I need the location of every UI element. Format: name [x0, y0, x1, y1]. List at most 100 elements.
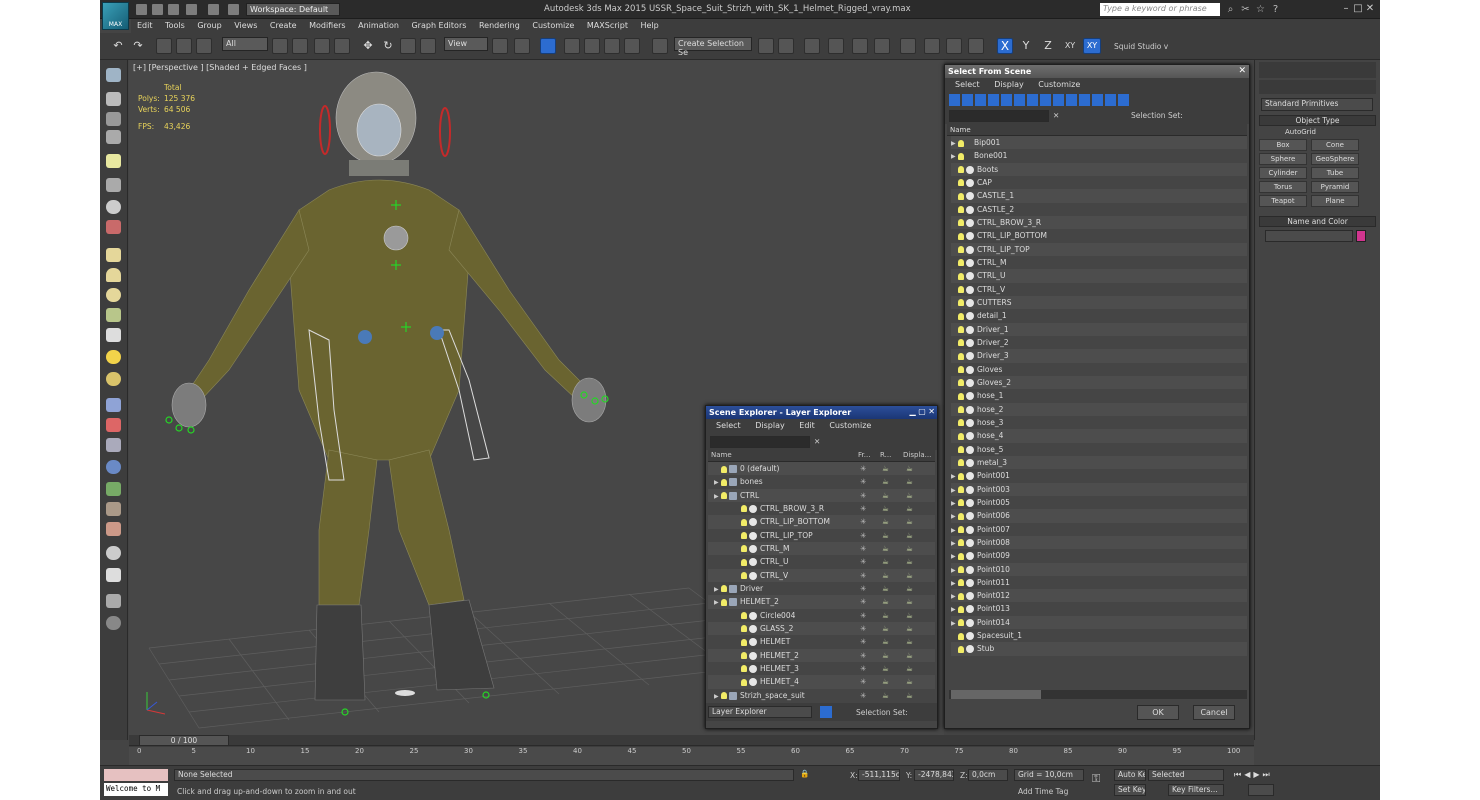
sfs-horizontal-scrollbar[interactable] — [949, 690, 1247, 699]
rotate-icon[interactable]: ↻ — [380, 38, 396, 54]
time-slider-thumb[interactable]: 0 / 100 — [139, 735, 229, 746]
visibility-bulb-icon[interactable] — [721, 478, 727, 486]
help-icon[interactable]: ? — [1270, 4, 1281, 15]
render-teapot-icon[interactable]: ☕ — [882, 475, 889, 488]
cancel-button[interactable]: Cancel — [1193, 705, 1235, 720]
axis-xy-button[interactable]: XY — [1062, 38, 1078, 54]
list-item[interactable]: Boots — [951, 162, 1247, 176]
visibility-bulb-icon[interactable] — [721, 465, 727, 473]
minimize-icon[interactable]: – — [1340, 3, 1352, 15]
visibility-bulb-icon[interactable] — [721, 598, 727, 606]
auto-key-button[interactable]: Auto Key — [1114, 769, 1146, 781]
visibility-bulb-icon[interactable] — [741, 572, 747, 580]
se-menu-select[interactable]: Select — [716, 419, 741, 433]
scene-explorer-icon[interactable] — [106, 68, 121, 82]
render-production-icon[interactable] — [968, 38, 984, 54]
layer-row[interactable]: ▶ Strizh_space_suit ✳ ☕ ☕ — [708, 688, 935, 702]
particles-icon[interactable] — [106, 398, 121, 412]
display-teapot-icon[interactable]: ☕ — [906, 582, 913, 595]
keyboard-shortcut-override-icon[interactable] — [540, 38, 556, 54]
list-item[interactable]: CTRL_V — [951, 282, 1247, 296]
axis-z-button[interactable]: Z — [1040, 38, 1056, 54]
link-icon[interactable] — [156, 38, 172, 54]
maxscript-mini-listener[interactable]: Welcome to M — [104, 783, 168, 796]
sfs-menu-select[interactable]: Select — [955, 78, 980, 92]
menu-graph-editors[interactable]: Graph Editors — [411, 19, 466, 33]
se-menu-edit[interactable]: Edit — [799, 419, 815, 433]
visibility-bulb-icon[interactable] — [741, 532, 747, 540]
render-teapot-icon[interactable]: ☕ — [882, 635, 889, 648]
display-teapot-icon[interactable]: ☕ — [906, 595, 913, 608]
render-teapot-icon[interactable]: ☕ — [882, 462, 889, 475]
sphere-icon[interactable] — [106, 288, 121, 302]
se-col-name[interactable]: Name — [711, 451, 732, 459]
list-item[interactable]: CASTLE_1 — [951, 189, 1247, 203]
mirror-icon[interactable] — [758, 38, 774, 54]
angle-snap-icon[interactable] — [584, 38, 600, 54]
expand-arrow-icon[interactable]: ▶ — [714, 476, 721, 489]
layer-row[interactable]: GLASS_2 ✳ ☕ ☕ — [708, 621, 935, 636]
edit-named-selection-icon[interactable] — [652, 38, 668, 54]
shell-icon[interactable] — [106, 522, 121, 536]
list-item[interactable]: Driver_2 — [951, 335, 1247, 350]
key-filters-button[interactable]: Key Filters... — [1168, 784, 1224, 796]
pivot-center-icon[interactable] — [492, 38, 508, 54]
percent-snap-icon[interactable] — [604, 38, 620, 54]
visibility-bulb-icon[interactable] — [741, 612, 747, 620]
sun-light-icon[interactable] — [106, 350, 121, 364]
material-icon[interactable] — [106, 568, 121, 582]
freeze-icon[interactable]: ✳ — [860, 662, 866, 675]
sfs-name-column-header[interactable]: Name — [947, 124, 1247, 136]
hide-selected-icon[interactable] — [106, 220, 121, 234]
playback-controls[interactable]: ⏮◀▶⏭ — [1234, 770, 1374, 780]
window-buttons[interactable]: ▁ ▢ ✕ — [910, 407, 936, 416]
display-teapot-icon[interactable]: ☕ — [906, 489, 913, 502]
menu-maxscript[interactable]: MAXScript — [587, 19, 628, 33]
list-item[interactable]: ▶ Point011 — [951, 575, 1247, 590]
render-teapot-icon[interactable]: ☕ — [882, 689, 889, 702]
track-bar[interactable]: 0 5 10 15 20 25 30 35 40 45 50 55 60 65 70 75 80 85 90 95 10… — [129, 747, 1254, 765]
display-teapot-icon[interactable]: ☕ — [906, 609, 913, 622]
undo-button[interactable]: ↶ — [110, 38, 126, 54]
maxscript-listener-pink[interactable] — [104, 769, 168, 781]
menu-tools[interactable]: Tools — [165, 19, 185, 33]
axis-xy-active-button[interactable]: XY — [1083, 38, 1101, 54]
render-teapot-icon[interactable]: ☕ — [882, 582, 889, 595]
layer-row[interactable]: HELMET_4 ✳ ☕ ☕ — [708, 675, 935, 689]
layer-explorer-icon[interactable] — [106, 112, 121, 126]
cone-icon[interactable] — [106, 328, 121, 342]
help-circle-icon[interactable] — [106, 616, 121, 630]
render-teapot-icon[interactable]: ☕ — [882, 515, 889, 528]
freeze-icon[interactable]: ✳ — [860, 569, 866, 582]
add-time-tag[interactable]: Add Time Tag — [1018, 787, 1068, 796]
schematic-view-icon[interactable] — [874, 38, 890, 54]
display-teapot-icon[interactable]: ☕ — [906, 662, 913, 675]
freeze-icon[interactable]: ✳ — [860, 689, 866, 702]
layer-row[interactable]: ▶ HELMET_2 ✳ ☕ ☕ — [708, 595, 935, 609]
list-item[interactable]: ▶ Point001 — [951, 469, 1247, 483]
display-teapot-icon[interactable]: ☕ — [906, 649, 913, 662]
list-item[interactable]: ▶ Point005 — [951, 495, 1247, 510]
se-col-render[interactable]: R... — [880, 451, 891, 459]
menu-rendering[interactable]: Rendering — [479, 19, 520, 33]
menu-views[interactable]: Views — [234, 19, 257, 33]
se-col-display[interactable]: Displa... — [903, 451, 931, 459]
layer-row[interactable]: CTRL_V ✳ ☕ ☕ — [708, 568, 935, 582]
set-key-button[interactable]: Set Key — [1114, 784, 1146, 796]
plant-icon[interactable] — [106, 482, 121, 496]
layer-row[interactable]: CTRL_M ✳ ☕ ☕ — [708, 541, 935, 556]
hemisphere-icon[interactable] — [106, 268, 121, 282]
list-item[interactable]: ▶ Point006 — [951, 509, 1247, 523]
geosphere-button[interactable]: GeoSphere — [1311, 153, 1359, 165]
create-category-tabs[interactable] — [1259, 80, 1376, 94]
workspace-toolbar-label[interactable]: Squid Studio v — [1114, 42, 1168, 51]
teapot-button[interactable]: Teapot — [1259, 195, 1307, 207]
list-item[interactable]: ▶ Point009 — [951, 549, 1247, 563]
globe-icon[interactable] — [106, 460, 121, 474]
menu-help[interactable]: Help — [641, 19, 659, 33]
list-item[interactable]: Stub — [951, 642, 1247, 656]
visibility-bulb-icon[interactable] — [741, 678, 747, 686]
list-item[interactable]: CTRL_BROW_3_R — [951, 215, 1247, 230]
render-setup-icon[interactable] — [924, 38, 940, 54]
list-item[interactable]: Driver_1 — [951, 322, 1247, 336]
